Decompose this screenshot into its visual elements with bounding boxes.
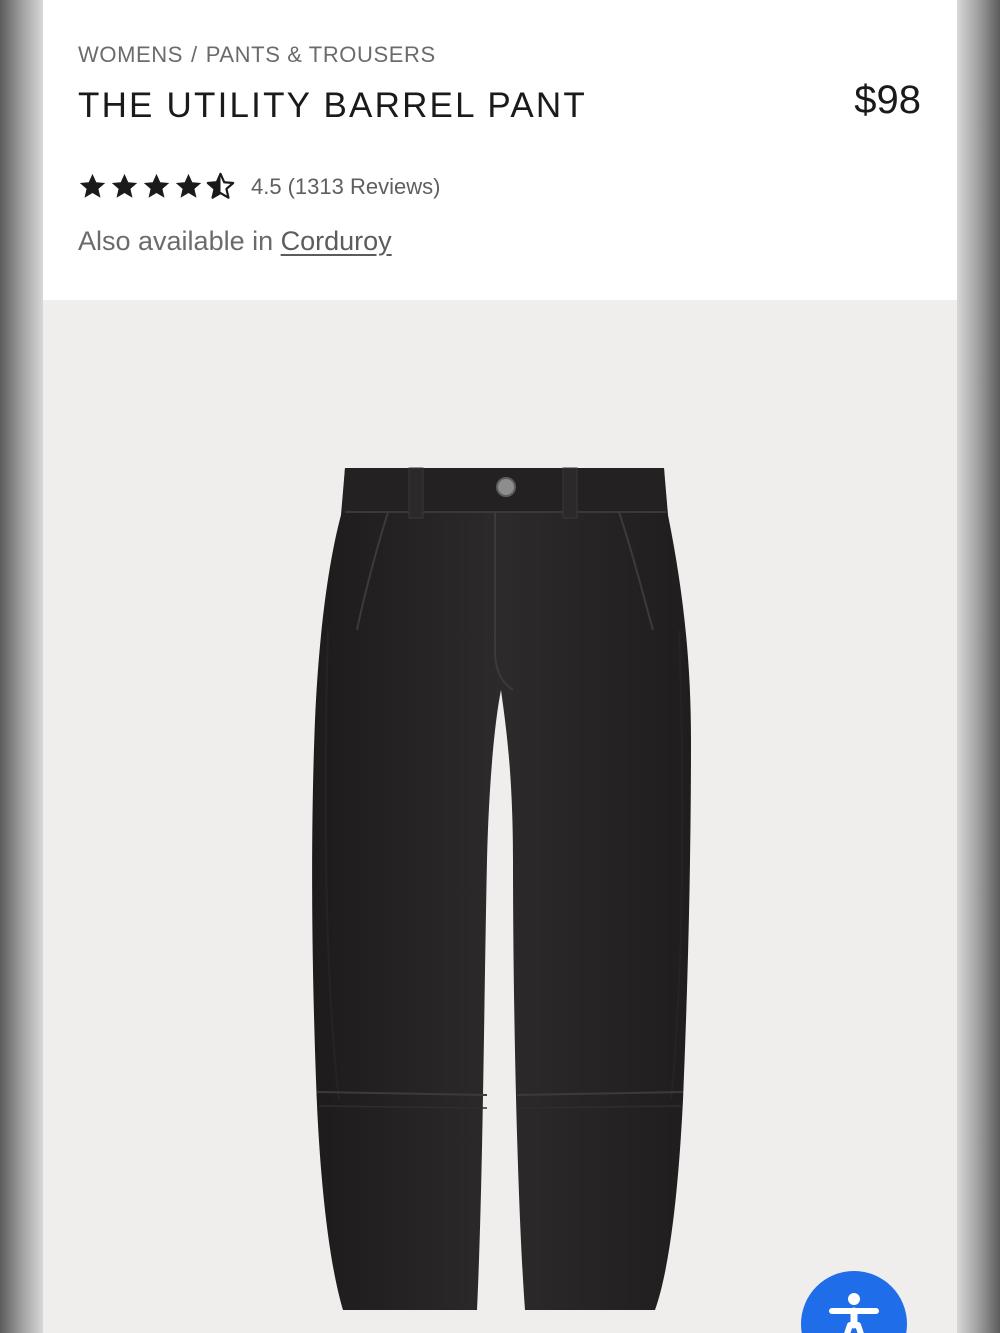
corduroy-variant-link[interactable]: Corduroy	[281, 226, 392, 256]
star-rating	[78, 172, 235, 201]
product-price: $98	[854, 78, 921, 122]
breadcrumb: WOMENS / PANTS & TROUSERS	[78, 42, 436, 68]
screen-frame: WOMENS / PANTS & TROUSERS THE UTILITY BA…	[0, 0, 1000, 1333]
rating-summary[interactable]: 4.5 (1313 Reviews)	[78, 172, 440, 201]
breadcrumb-item-womens[interactable]: WOMENS	[78, 42, 183, 68]
star-full-icon	[143, 173, 170, 198]
breadcrumb-item-pants-trousers[interactable]: PANTS & TROUSERS	[206, 42, 436, 68]
breadcrumb-separator: /	[191, 42, 198, 67]
rating-value: 4.5	[251, 173, 282, 199]
also-available: Also available in Corduroy	[78, 226, 392, 257]
review-count-link[interactable]: (1313 Reviews)	[288, 174, 441, 200]
star-full-icon	[79, 173, 106, 198]
product-title: THE UTILITY BARREL PANT	[78, 86, 587, 125]
star-full-icon	[111, 173, 138, 198]
product-image-gallery[interactable]	[43, 300, 957, 1333]
accessibility-person-icon	[829, 1293, 879, 1333]
also-available-label: Also available in	[78, 226, 274, 256]
product-photo	[312, 467, 691, 1310]
product-page: WOMENS / PANTS & TROUSERS THE UTILITY BA…	[43, 0, 957, 1333]
rating-text: 4.5 (1313 Reviews)	[251, 174, 440, 200]
star-full-icon	[175, 173, 202, 198]
star-half-icon	[206, 172, 235, 199]
product-header: WOMENS / PANTS & TROUSERS THE UTILITY BA…	[43, 0, 957, 300]
